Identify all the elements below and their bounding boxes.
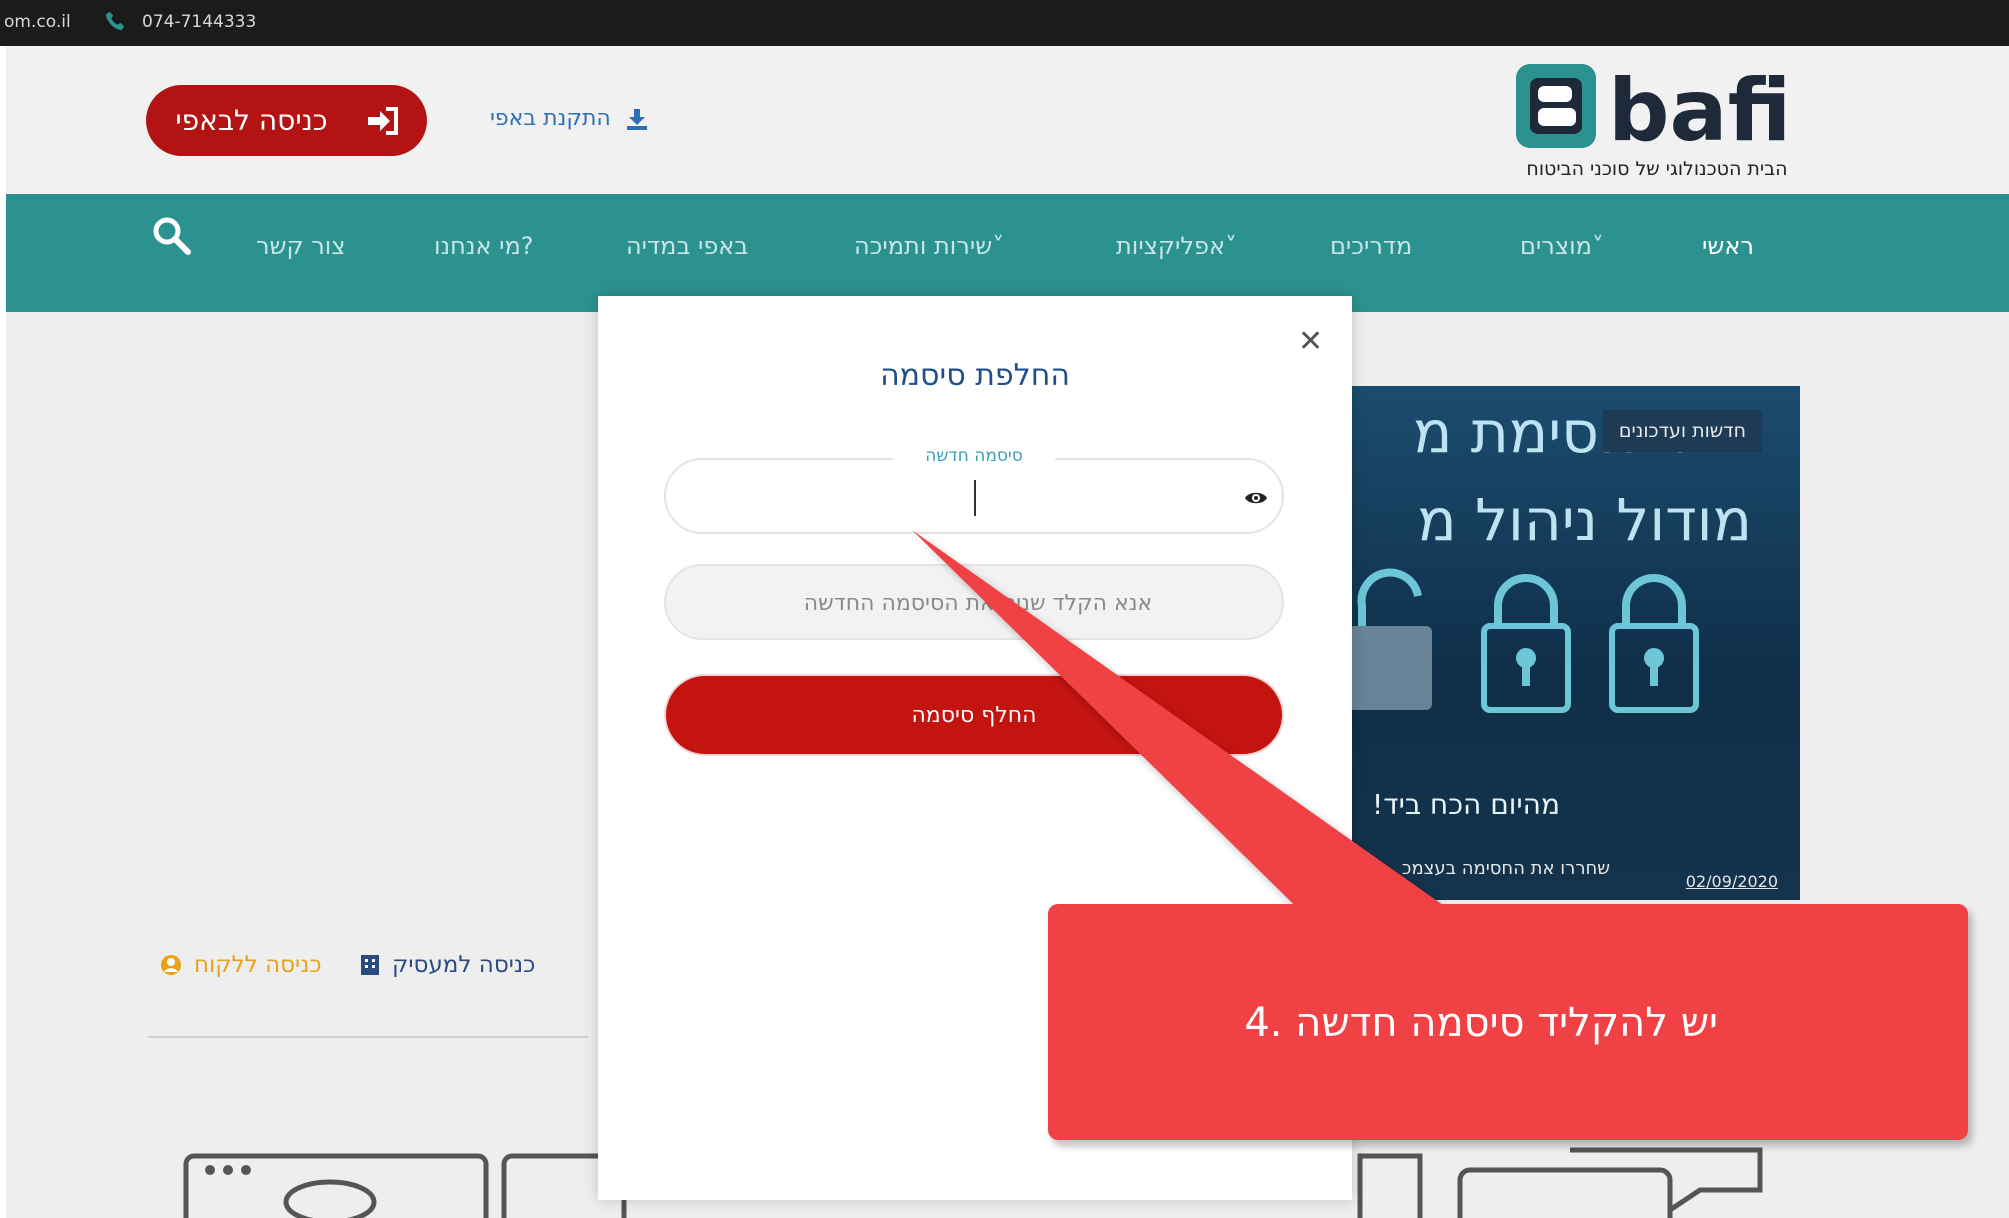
nav-item-home[interactable]: ראשי xyxy=(1702,232,1754,260)
banner-date: 02/09/2020 xyxy=(1685,872,1778,891)
client-login-link[interactable]: כניסה ללקוח xyxy=(160,952,322,978)
nav-item-products[interactable]: מוצרים˅ xyxy=(1520,232,1604,260)
employer-login-link[interactable]: כניסה למעסיק xyxy=(360,952,535,978)
lock-icon xyxy=(1609,574,1699,713)
nav-item-contact[interactable]: צור קשר xyxy=(256,232,346,260)
unlocked-lock-icon xyxy=(1348,568,1432,710)
bafi-login-label: כניסה לבאפי xyxy=(175,104,328,137)
nav-item-guides[interactable]: מדריכים xyxy=(1330,232,1412,260)
phone-icon xyxy=(105,11,125,31)
modal-title: החלפת סיסמה xyxy=(880,358,1070,393)
building-icon xyxy=(361,955,379,975)
search-icon[interactable] xyxy=(152,216,192,256)
news-chip: חדשות ועדכונים xyxy=(1602,410,1762,452)
nav-item-about[interactable]: מי אנחנו? xyxy=(434,232,534,260)
phone-number[interactable]: 074-7144333 xyxy=(142,12,256,32)
annotation-callout: 4. יש להקליד סיסמה חדשה xyxy=(1048,904,1968,1140)
annotation-text: 4. יש להקליד סיסמה חדשה xyxy=(1244,1000,1718,1046)
confirm-password-field[interactable] xyxy=(664,564,1284,640)
top-bar: om.co.il 074-7144333 xyxy=(0,0,2009,46)
new-password-field[interactable]: סיסמה חדשה xyxy=(664,446,1284,534)
new-password-label: סיסמה חדשה xyxy=(893,446,1055,466)
download-icon xyxy=(626,108,647,130)
footer-divider xyxy=(148,1036,588,1038)
logo-wordmark: bafi xyxy=(1608,61,1791,158)
sign-in-icon xyxy=(367,106,398,135)
change-password-button[interactable]: החלף סיסמה xyxy=(664,674,1284,756)
bafi-logo-mark: bafi xyxy=(1516,61,1791,161)
bafi-login-button[interactable]: כניסה לבאפי xyxy=(146,85,427,156)
nav-item-media[interactable]: באפי במדיה xyxy=(626,232,748,260)
news-banner[interactable]: ר חסימת מ חדשות ועדכונים מודול ניהול מ !… xyxy=(1340,386,1800,900)
confirm-password-input[interactable] xyxy=(726,578,1230,628)
logo-tagline: הבית הטכנולוגי של סוכני הביטוח xyxy=(1526,158,1788,180)
banner-cta: !מהיום הכח ביד xyxy=(1372,788,1560,821)
text-caret xyxy=(974,480,976,516)
banner-headline-2: מודול ניהול מ xyxy=(1417,486,1752,554)
eye-icon[interactable] xyxy=(1244,490,1268,506)
new-password-input[interactable] xyxy=(726,472,1230,522)
new-password-legend: סיסמה חדשה xyxy=(666,446,1282,466)
banner-subtext: שחררו את החסימה בעצמכ xyxy=(1401,858,1610,879)
close-icon[interactable]: ✕ xyxy=(1298,324,1323,359)
bafi-logo[interactable]: bafi הבית הטכנולוגי של סוכני הביטוח xyxy=(1512,58,1812,188)
install-bafi-link[interactable]: התקנת באפי xyxy=(490,106,649,131)
nav-item-support[interactable]: שירות ותמיכה˅ xyxy=(854,232,1004,260)
employer-login-label: כניסה למעסיק xyxy=(392,952,536,978)
nav-item-apps[interactable]: אפליקציות˅ xyxy=(1116,232,1237,260)
client-login-label: כניסה ללקוח xyxy=(194,952,322,978)
user-circle-icon xyxy=(161,955,181,975)
domain-text: om.co.il xyxy=(4,12,71,32)
lock-icon xyxy=(1481,574,1571,713)
install-label: התקנת באפי xyxy=(490,106,611,131)
